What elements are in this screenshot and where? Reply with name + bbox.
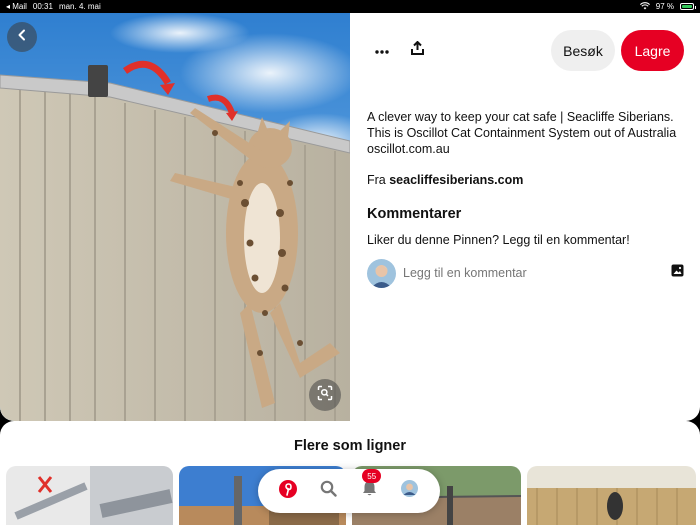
add-image-button[interactable] [669, 264, 685, 282]
image-icon [671, 264, 684, 282]
bottom-nav: 55 [258, 469, 440, 513]
battery-level [682, 5, 692, 8]
wifi-icon [639, 1, 650, 12]
nav-profile[interactable] [396, 477, 424, 505]
pin-source: Fra seacliffesiberians.com [367, 173, 523, 187]
avatar [367, 258, 396, 288]
comment-composer [367, 257, 685, 289]
visit-button[interactable]: Besøk [551, 30, 615, 71]
battery-icon [680, 3, 696, 10]
share-icon [410, 40, 424, 60]
save-button[interactable]: Lagre [621, 30, 684, 71]
status-left: ◂ Mail 00:31 man. 4. mai [6, 2, 101, 11]
pinterest-logo-icon [279, 479, 298, 503]
status-bar: ◂ Mail 00:31 man. 4. mai 97 % [0, 0, 700, 13]
bell-icon [361, 480, 378, 502]
status-right: 97 % [639, 1, 696, 12]
lens-search-icon [317, 385, 333, 406]
comments-title: Kommentarer [367, 206, 462, 222]
nav-search[interactable] [315, 477, 343, 505]
pin-details: Besøk Lagre A clever way to keep your ca… [350, 13, 700, 421]
notification-badge: 55 [362, 469, 382, 483]
pin-photo [0, 13, 350, 421]
comment-input[interactable] [403, 266, 643, 280]
related-pin-thumbnail[interactable] [527, 466, 696, 525]
more-options-button[interactable] [371, 39, 393, 61]
chevron-left-icon [16, 28, 28, 46]
pin-closeup: Besøk Lagre A clever way to keep your ca… [0, 13, 700, 421]
status-time: 00:31 [32, 2, 53, 11]
profile-avatar [401, 480, 419, 502]
more-like-this-title: Flere som ligner [293, 438, 406, 454]
back-button[interactable] [7, 22, 37, 52]
source-link[interactable]: seacliffesiberians.com [389, 173, 523, 187]
source-prefix: Fra [367, 173, 390, 187]
related-pin-thumbnail[interactable] [6, 466, 173, 525]
nav-home[interactable] [274, 477, 302, 505]
pin-description: A clever way to keep your cat safe | Sea… [367, 110, 677, 156]
back-to-app-link[interactable]: ◂ Mail [6, 2, 27, 11]
battery-percent: 97 % [655, 2, 674, 11]
visual-search-button[interactable] [309, 379, 341, 411]
nav-notifications[interactable]: 55 [355, 469, 383, 505]
comments-prompt: Liker du denne Pinnen? Legg til en komme… [367, 233, 630, 247]
pin-image[interactable] [0, 13, 350, 421]
search-icon [320, 480, 337, 502]
share-button[interactable] [406, 39, 428, 61]
status-date: man. 4. mai [58, 2, 101, 11]
ellipsis-icon [375, 41, 389, 59]
